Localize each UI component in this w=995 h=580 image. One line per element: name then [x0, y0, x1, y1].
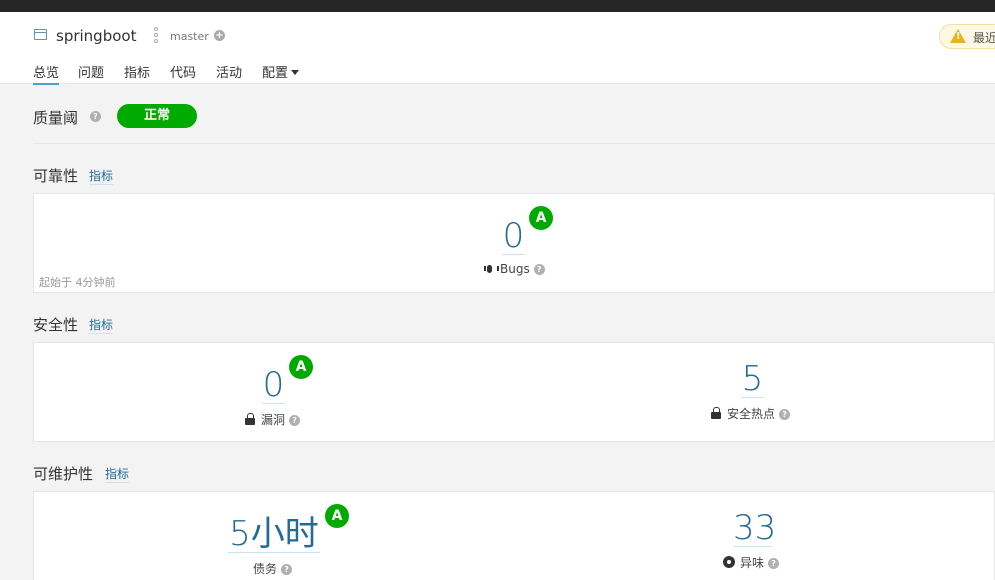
quality-gate-label: 质量阈: [33, 109, 79, 127]
bugs-label-text: Bugs: [500, 262, 530, 276]
help-icon[interactable]: ?: [768, 558, 780, 569]
vulnerabilities-value[interactable]: 0: [262, 367, 285, 404]
debt-value[interactable]: 5小时: [228, 516, 320, 553]
help-icon[interactable]: ?: [90, 111, 101, 122]
vulnerabilities-label-text: 漏洞: [261, 413, 286, 427]
warning-text: 最近: [973, 31, 995, 45]
debt-label: 债务?: [253, 560, 293, 577]
security-card: 0 A 漏洞? 5 安全热点?: [33, 342, 995, 442]
bugs-value[interactable]: 0: [502, 218, 525, 255]
quality-gate-status-badge: 正常: [117, 104, 197, 128]
vulnerabilities-label: 漏洞?: [245, 411, 301, 428]
reliability-measures-link[interactable]: 指标: [89, 167, 114, 185]
project-name[interactable]: springboot: [56, 27, 136, 45]
vulnerabilities-rating-badge[interactable]: A: [289, 355, 313, 379]
lock-icon: [711, 407, 722, 419]
maintainability-title: 可维护性: [33, 465, 94, 483]
bugs-label: Bugs?: [484, 262, 545, 276]
branch-add-icon[interactable]: +: [214, 30, 225, 41]
project-icon: [34, 29, 47, 40]
tab-configuration-label: 配置: [262, 66, 289, 81]
radiation-icon: [723, 556, 735, 568]
branch-icon: [153, 27, 159, 44]
tab-code[interactable]: 代码: [170, 62, 196, 81]
help-icon[interactable]: ?: [533, 264, 545, 275]
help-icon[interactable]: ?: [779, 409, 791, 420]
tab-configuration[interactable]: 配置: [262, 62, 300, 81]
chevron-down-icon: [291, 70, 300, 75]
debt-label-text: 债务: [253, 562, 278, 576]
hotspots-label: 安全热点?: [711, 405, 791, 422]
warning-badge[interactable]: 最近: [939, 24, 995, 49]
bugs-rating-badge[interactable]: A: [529, 206, 553, 230]
divider: [33, 143, 995, 144]
security-title: 安全性: [33, 316, 79, 334]
project-header: springboot master + 最近 总览 问题 指标 代码 活动 配置: [0, 12, 995, 85]
hotspots-label-text: 安全热点: [727, 407, 776, 421]
tab-issues[interactable]: 问题: [78, 62, 104, 81]
help-icon[interactable]: ?: [289, 415, 301, 426]
tab-overview[interactable]: 总览: [33, 62, 60, 85]
branch-name[interactable]: master: [170, 30, 209, 43]
top-bar: [0, 0, 995, 12]
bug-icon: [484, 263, 499, 274]
debt-rating-badge[interactable]: A: [325, 504, 349, 528]
help-icon[interactable]: ?: [281, 564, 293, 575]
security-measures-link[interactable]: 指标: [89, 316, 114, 334]
reliability-card: 0 A Bugs? 起始于 4分钟前: [33, 193, 995, 293]
code-smells-value[interactable]: 33: [733, 510, 776, 547]
maintainability-card: 5小时 A 债务? 33 异味?: [33, 491, 995, 580]
code-smells-label-text: 异味: [740, 556, 765, 570]
tab-activity[interactable]: 活动: [216, 62, 242, 81]
hotspots-value[interactable]: 5: [741, 361, 764, 398]
since-text: 起始于 4分钟前: [39, 276, 116, 289]
tab-measures[interactable]: 指标: [124, 62, 150, 81]
code-smells-label: 异味?: [723, 554, 780, 571]
reliability-title: 可靠性: [33, 167, 79, 185]
lock-icon: [245, 413, 256, 425]
warning-icon: [950, 29, 966, 43]
maintainability-measures-link[interactable]: 指标: [105, 465, 130, 483]
